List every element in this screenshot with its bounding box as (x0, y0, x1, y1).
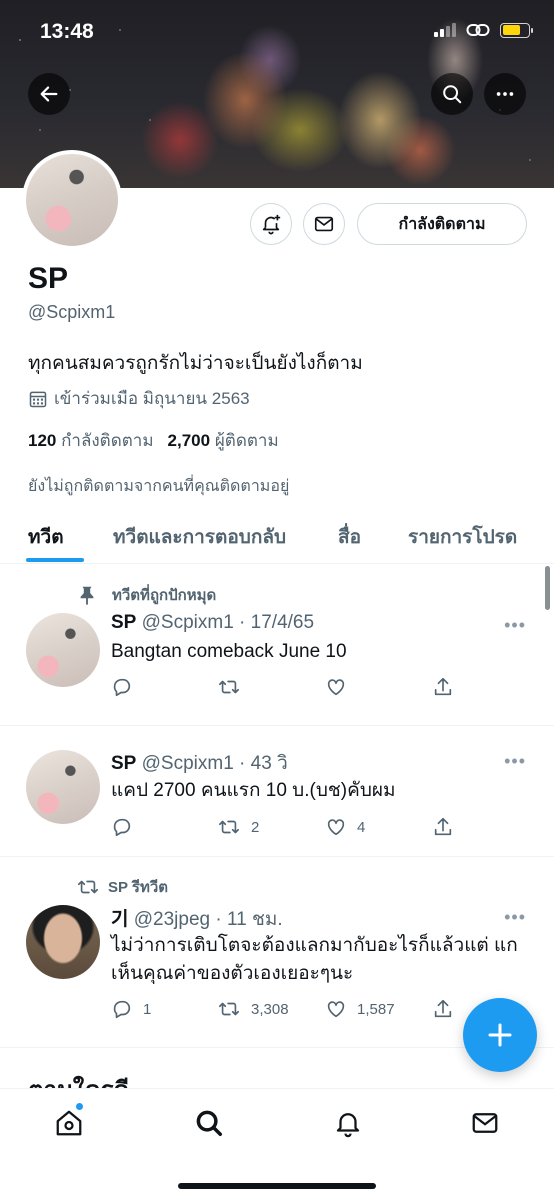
nav-explore[interactable] (189, 1103, 229, 1143)
search-button[interactable] (431, 73, 473, 115)
followed-by-note: ยังไม่ถูกติดตามจากคนที่คุณติดตามอยู่ (28, 478, 290, 495)
retweet-icon (219, 820, 239, 834)
retweet-count: 2 (251, 818, 260, 836)
like-count: 1,587 (357, 1000, 395, 1018)
tweet-pinned[interactable]: ทวีตที่ถูกปักหมุด SP @Scpixm1 · 17/4/65 … (0, 565, 554, 726)
like-icon (327, 679, 345, 696)
reply-count: 1 (143, 1000, 152, 1018)
profile-bio: ทุกคนสมควรถูกรักไม่ว่าจะเป็นยังไงก็ตาม (28, 353, 363, 374)
link-icon (466, 24, 490, 36)
home-icon (56, 1110, 82, 1136)
explore-icon (196, 1110, 222, 1136)
unread-dot (76, 1103, 83, 1110)
more-icon (496, 92, 514, 96)
like-icon (327, 819, 345, 836)
like-icon (327, 1001, 345, 1018)
tab-media[interactable]: สื่อ (338, 522, 361, 552)
following-button[interactable]: กำลังติดตาม (357, 203, 527, 245)
avatar[interactable] (26, 750, 100, 824)
signal-icon (434, 23, 456, 37)
pinned-label: ทวีตที่ถูกปักหมุด (76, 583, 216, 607)
reply-button[interactable] (111, 816, 143, 838)
retweet-button[interactable] (217, 676, 241, 698)
tweet-text: Bangtan comeback June 10 (111, 641, 347, 662)
reply-icon (113, 678, 131, 697)
avatar[interactable] (26, 905, 100, 979)
notifications-icon (336, 1113, 360, 1138)
pin-icon (80, 586, 94, 606)
search-icon (443, 85, 462, 104)
home-indicator[interactable] (178, 1183, 376, 1189)
tweet-more-button[interactable]: ••• (504, 751, 526, 772)
share-icon (434, 999, 452, 1018)
followers-count-link[interactable]: 2,700 ผู้ติดตาม (168, 427, 279, 454)
retweet-count: 3,308 (251, 1000, 289, 1018)
retweet-icon (219, 680, 239, 694)
join-date: เข้าร่วมเมือ มิถุนายน 2563 (28, 385, 250, 412)
retweet-icon (78, 880, 98, 894)
tweet-header: 기 @23jpeg · 11 ชม. (111, 909, 283, 930)
tab-tweets[interactable]: ทวีต (28, 522, 64, 552)
active-tab-indicator (26, 558, 84, 562)
tweet-text: แคป 2700 คนแรก 10 บ.(บช)คับผม (111, 780, 396, 801)
tweet-actions (111, 676, 461, 700)
back-arrow-icon (40, 86, 58, 102)
tweet-text: ไม่ว่าการเติบโตจะต้องแลกมากับอะไรก็แล้วแ… (111, 935, 518, 984)
tweet-actions: 1 3,308 1,587 (111, 998, 461, 1022)
status-icons (434, 22, 533, 38)
tweet-header: SP @Scpixm1 · 43 วิ (111, 753, 288, 774)
tweet-more-button[interactable]: ••• (504, 907, 526, 928)
display-name: SP (28, 262, 69, 295)
reply-icon (113, 818, 131, 837)
share-icon (434, 677, 452, 696)
battery-icon (500, 22, 533, 38)
tweet-actions: 2 4 (111, 816, 461, 840)
more-options-button[interactable] (484, 73, 526, 115)
tweet-more-button[interactable]: ••• (504, 615, 526, 636)
like-button[interactable] (325, 676, 347, 698)
retweet-icon (219, 1002, 239, 1016)
follow-counts: 120 กำลังติดตาม 2,700 ผู้ติดตาม (28, 427, 279, 454)
message-button[interactable] (303, 203, 345, 245)
nav-home[interactable] (49, 1103, 89, 1143)
share-button[interactable] (432, 816, 454, 838)
share-icon (434, 817, 452, 836)
nav-notifications[interactable] (328, 1103, 368, 1143)
tab-likes[interactable]: รายการโปรด (408, 522, 517, 552)
mail-icon (314, 216, 334, 232)
reply-icon (113, 1000, 131, 1019)
compose-tweet-button[interactable] (463, 998, 537, 1072)
like-count: 4 (357, 818, 366, 836)
profile-handle: @Scpixm1 (28, 302, 116, 322)
status-bar: 13:48 (0, 0, 554, 64)
following-count-link[interactable]: 120 กำลังติดตาม (28, 427, 154, 454)
tweet[interactable]: SP @Scpixm1 · 43 วิ ••• แคป 2700 คนแรก 1… (0, 726, 554, 857)
like-button[interactable]: 4 (325, 816, 365, 838)
messages-icon (472, 1113, 498, 1133)
bell-plus-icon (262, 214, 281, 235)
retweet-button[interactable]: 2 (217, 816, 259, 838)
tweet-header: SP @Scpixm1 · 17/4/65 (111, 612, 315, 633)
nav-messages[interactable] (465, 1103, 505, 1143)
retweeted-label: SP รีทวีต (76, 875, 168, 899)
tab-tweets-replies[interactable]: ทวีตและการตอบกลับ (113, 522, 286, 552)
back-button[interactable] (28, 73, 70, 115)
share-button[interactable] (432, 998, 454, 1020)
notify-button[interactable] (250, 203, 292, 245)
reply-button[interactable]: 1 (111, 998, 151, 1020)
join-date-text: เข้าร่วมเมือ มิถุนายน 2563 (54, 389, 250, 408)
profile-tabs: ทวีต ทวีตและการตอบกลับ สื่อ รายการโปรด (0, 512, 554, 564)
share-button[interactable] (432, 676, 454, 698)
compose-icon (488, 1023, 512, 1047)
profile-avatar[interactable] (22, 150, 122, 250)
reply-button[interactable] (111, 676, 133, 698)
avatar[interactable] (26, 613, 100, 687)
retweet-button[interactable]: 3,308 (217, 998, 289, 1020)
like-button[interactable]: 1,587 (325, 998, 395, 1020)
calendar-icon (29, 391, 47, 407)
who-to-follow-heading: ตามใครดี (28, 1070, 129, 1090)
status-time: 13:48 (40, 20, 94, 43)
